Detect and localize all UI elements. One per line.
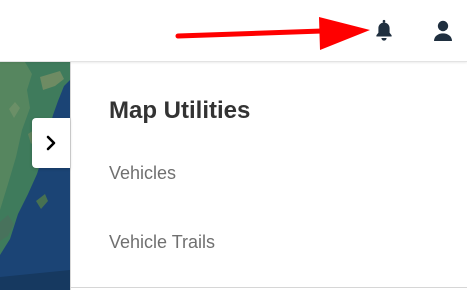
account-button[interactable]: [428, 16, 458, 46]
map-view[interactable]: [0, 62, 70, 290]
panel-title: Map Utilities: [109, 97, 251, 124]
bell-icon: [376, 19, 392, 41]
annotation-arrow: [175, 17, 370, 50]
utility-item-vehicles[interactable]: Vehicles: [109, 162, 176, 184]
map-tiles: [0, 62, 70, 290]
utility-item-vehicle-trails[interactable]: Vehicle Trails: [109, 231, 215, 253]
notifications-button[interactable]: [369, 16, 399, 46]
map-utilities-panel: Map Utilities Vehicles Vehicle Trails: [70, 62, 467, 290]
app-root: Map Utilities Vehicles Vehicle Trails: [0, 0, 467, 290]
chevron-right-icon: [46, 135, 56, 151]
bottom-divider: [70, 287, 467, 288]
user-icon: [434, 20, 452, 41]
panel-collapse-button[interactable]: [32, 118, 70, 168]
